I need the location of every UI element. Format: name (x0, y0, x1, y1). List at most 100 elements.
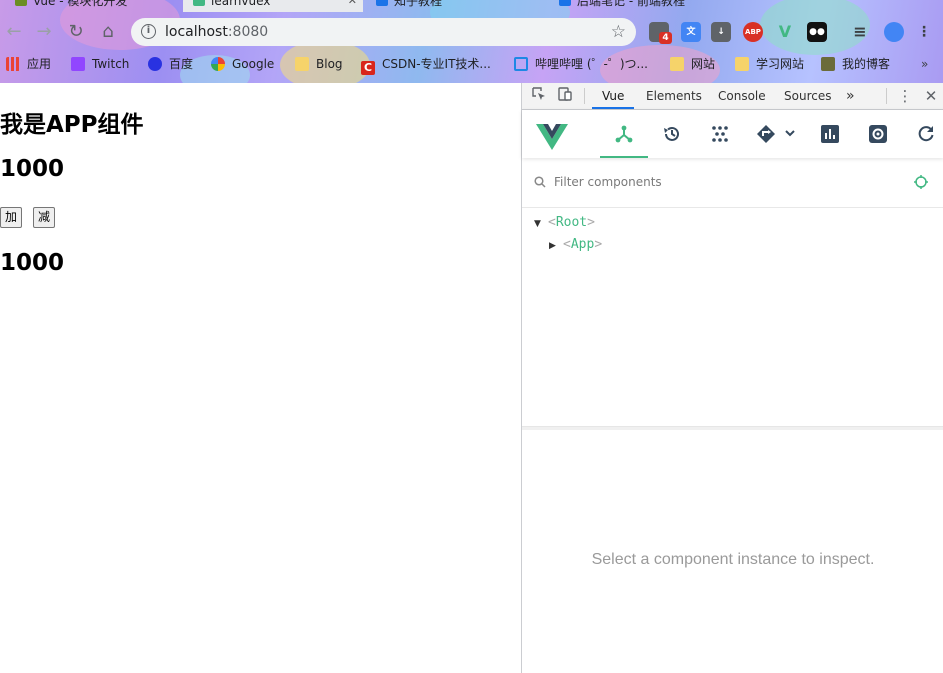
timeline-history-icon[interactable] (648, 110, 696, 158)
device-toolbar-icon[interactable] (556, 87, 574, 105)
translate-icon[interactable]: 文 (681, 22, 701, 42)
decrement-button[interactable]: 减 (33, 207, 56, 228)
increment-button[interactable]: 加 (0, 207, 23, 228)
bookmark-label: 哔哩哔哩 (゜-゜)つ... (535, 57, 648, 71)
tag-close: > (587, 215, 595, 230)
bookmark-folder-learning[interactable]: 学习网站 (735, 56, 804, 74)
bookmark-label: 我的博客 (842, 57, 891, 71)
profile-avatar[interactable] (884, 22, 904, 42)
tab-label: Vue - 模块化开发 (33, 0, 128, 8)
components-tab-icon[interactable] (600, 110, 648, 158)
devtools-panel: Vue Elements Console Sources » ⋮ ✕ Filte… (521, 83, 943, 673)
tag-open: < (563, 237, 571, 252)
tab-vue[interactable]: Vue (592, 83, 635, 109)
select-component-target-icon[interactable] (913, 174, 929, 190)
expanded-arrow-icon[interactable]: ▼ (534, 214, 548, 234)
tree-node-root[interactable]: ▼ <Root> (534, 213, 595, 233)
tab-favicon-icon (376, 0, 388, 6)
tab-sources[interactable]: Sources (784, 83, 831, 109)
extension-badge: 4 (659, 32, 672, 44)
apps-grid-icon (6, 57, 20, 71)
address-bar[interactable]: i localhost:8080 ☆ (131, 18, 636, 46)
bookmark-folder-websites[interactable]: 网站 (670, 56, 715, 74)
vue-devtools-toolbar (522, 110, 943, 158)
tab-elements[interactable]: Elements (646, 83, 702, 109)
bookmark-label: 应用 (27, 57, 52, 71)
csdn-icon: C (361, 61, 375, 75)
tab-label: 后端笔记 - 前端教程 (577, 0, 685, 8)
component-filter-bar: Filter components (522, 158, 943, 208)
inspect-element-icon[interactable] (530, 87, 548, 105)
home-icon[interactable]: ⌂ (96, 21, 120, 43)
bookmark-label: 百度 (169, 57, 194, 71)
download-icon[interactable]: ↓ (711, 22, 731, 42)
browser-tab[interactable]: 后端笔记 - 前端教程 (549, 0, 739, 12)
divider (886, 88, 887, 104)
folder-icon (735, 57, 749, 71)
bookmark-label: Blog (316, 57, 343, 71)
browser-tab[interactable]: Vue - 模块化开发 (5, 0, 180, 12)
twitch-icon (71, 57, 85, 71)
more-tabs-button[interactable]: » (846, 83, 855, 109)
bookmark-blog[interactable]: Blog (295, 56, 343, 74)
bookmark-baidu[interactable]: 百度 (148, 56, 193, 74)
tab-label: 知乎教程 (394, 0, 443, 8)
folder-icon (295, 57, 309, 71)
adblock-icon[interactable]: ABP (743, 22, 763, 42)
bookmark-google[interactable]: Google (211, 56, 274, 74)
tab-favicon-icon (15, 0, 27, 6)
tab-favicon-icon (559, 0, 571, 6)
collapsed-arrow-icon[interactable]: ▶ (549, 236, 563, 256)
back-icon[interactable]: ← (2, 21, 26, 43)
extensions-icon[interactable]: 4 (649, 22, 672, 44)
bookmarks-overflow-button[interactable]: » (921, 56, 928, 74)
bookmark-my-blog[interactable]: 我的博客 (821, 56, 890, 74)
forward-icon[interactable]: → (32, 21, 56, 43)
bookmark-label: Twitch (92, 57, 130, 71)
vuex-store-icon[interactable] (696, 110, 744, 158)
playlist-icon[interactable]: ≡ (850, 22, 870, 42)
component-name: Root (555, 215, 588, 230)
divider (584, 88, 585, 104)
pane-resizer[interactable] (522, 426, 943, 430)
tampermonkey-icon[interactable]: ●● (807, 22, 827, 42)
router-dropdown-icon[interactable] (748, 110, 804, 158)
bookmark-csdn[interactable]: C CSDN-专业IT技术... (361, 56, 491, 75)
folder-icon (670, 57, 684, 71)
devtools-menu-kebab-icon[interactable]: ⋮ (896, 87, 914, 105)
tree-node-app[interactable]: ▶ <App> (549, 235, 602, 255)
refresh-icon[interactable] (902, 110, 943, 158)
menu-kebab-icon[interactable]: ⋮ (917, 22, 931, 42)
performance-chart-icon[interactable] (806, 110, 854, 158)
bookmark-label: CSDN-专业IT技术... (382, 57, 491, 71)
reload-icon[interactable]: ↻ (64, 21, 88, 43)
tag-open: < (548, 215, 556, 230)
site-info-icon[interactable]: i (141, 24, 156, 39)
vue-devtools-icon[interactable]: V (775, 22, 795, 42)
browser-tab-active[interactable]: learnvuex ✕ (183, 0, 363, 12)
google-icon (211, 57, 225, 71)
app-heading: 我是APP组件 (0, 112, 144, 138)
url-text: localhost:8080 (165, 24, 268, 40)
filter-components-input[interactable]: Filter components (554, 175, 662, 189)
close-icon[interactable]: ✕ (348, 0, 357, 8)
search-icon (534, 176, 546, 188)
url-port: :8080 (227, 24, 269, 40)
component-name: App (570, 237, 595, 252)
bookmark-twitch[interactable]: Twitch (71, 56, 129, 74)
inspector-empty-message: Select a component instance to inspect. (591, 551, 875, 568)
bookmark-bilibili[interactable]: 哔哩哔哩 (゜-゜)つ... (514, 56, 648, 74)
tab-strip: Vue - 模块化开发 learnvuex ✕ 知乎教程 后端笔记 - 前端教程 (0, 0, 943, 12)
bookmarks-bar: 应用 Twitch 百度 Google Blog C CSDN-专业IT技术...… (0, 50, 943, 78)
settings-gear-icon[interactable] (854, 110, 902, 158)
counter-value-bottom: 1000 (0, 250, 65, 276)
bookmark-label: 学习网站 (756, 57, 805, 71)
bookmark-apps[interactable]: 应用 (6, 56, 51, 74)
browser-chrome: Vue - 模块化开发 learnvuex ✕ 知乎教程 后端笔记 - 前端教程… (0, 0, 943, 83)
bookmark-label: 网站 (691, 57, 716, 71)
close-devtools-icon[interactable]: ✕ (922, 87, 940, 105)
tag-close: > (594, 237, 603, 252)
bookmark-star-icon[interactable]: ☆ (611, 22, 626, 42)
tab-console[interactable]: Console (718, 83, 766, 109)
browser-tab[interactable]: 知乎教程 (366, 0, 546, 12)
